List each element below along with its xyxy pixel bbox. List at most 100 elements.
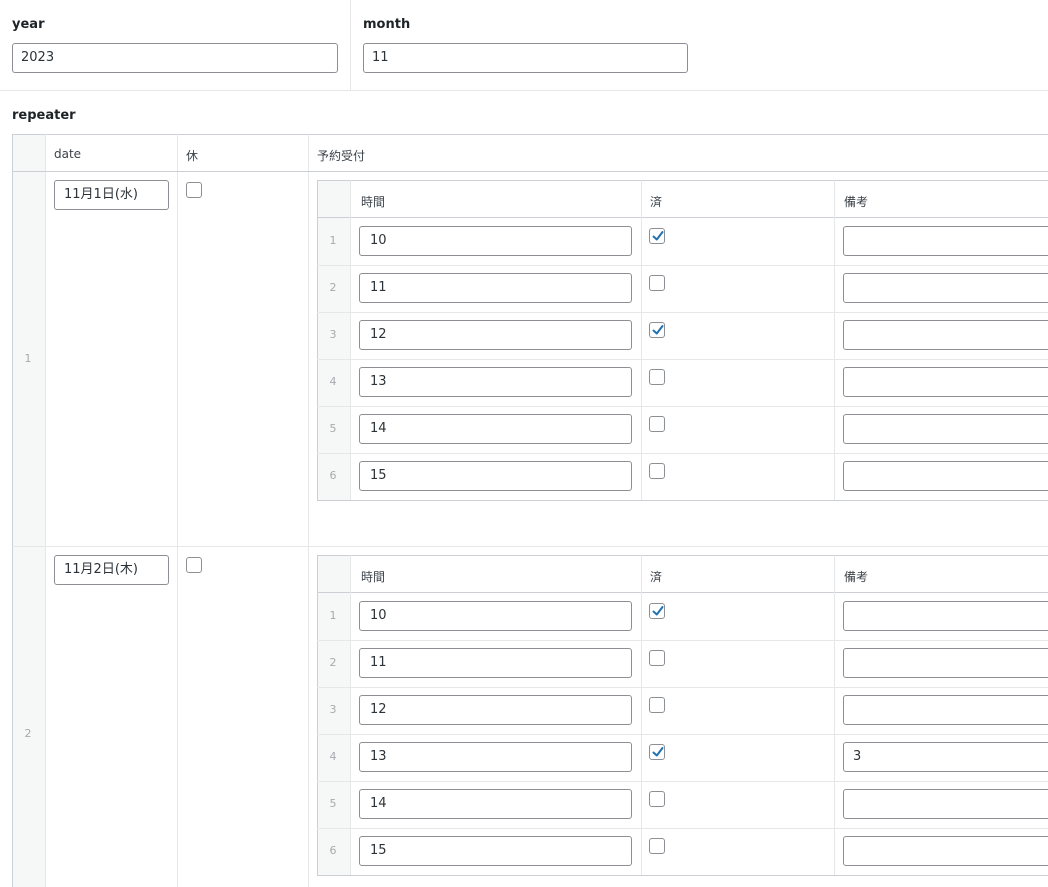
note-input[interactable] [843, 226, 1048, 256]
done-checkbox[interactable] [649, 275, 665, 291]
time-input[interactable]: 13 [359, 367, 632, 397]
repeater-label: repeater [12, 108, 76, 123]
inner-table-border [317, 180, 1048, 181]
field-separator [0, 90, 1048, 91]
inner-header-border [317, 217, 1048, 218]
holiday-checkbox[interactable] [186, 557, 202, 573]
holiday-checkbox[interactable] [186, 182, 202, 198]
inner-col-line [641, 180, 642, 500]
inner-row-separator [317, 265, 1048, 266]
note-input[interactable] [843, 461, 1048, 491]
inner-row-separator [317, 687, 1048, 688]
inner-row-separator [317, 828, 1048, 829]
time-input[interactable]: 10 [359, 226, 632, 256]
checkmark-icon [652, 606, 664, 616]
inner-row-separator [317, 640, 1048, 641]
done-checkbox[interactable] [649, 650, 665, 666]
year-input[interactable]: 2023 [12, 43, 338, 73]
inner-row-separator [317, 312, 1048, 313]
row-separator [12, 546, 1048, 547]
done-checkbox[interactable] [649, 322, 665, 338]
note-input[interactable] [843, 601, 1048, 631]
time-input[interactable]: 11 [359, 648, 632, 678]
inner-row-separator [317, 359, 1048, 360]
slot-row-index: 5 [329, 422, 337, 435]
slot-row-index: 2 [329, 656, 337, 669]
sub-header-time: 時間 [361, 570, 386, 584]
slot-row-index: 4 [329, 750, 337, 763]
inner-col-line [350, 180, 351, 500]
month-input[interactable]: 11 [363, 43, 688, 73]
done-checkbox[interactable] [649, 744, 665, 760]
col-line [45, 134, 46, 887]
col-header-reservation: 予約受付 [317, 149, 366, 163]
slot-row-index: 6 [329, 844, 337, 857]
slot-row-index: 2 [329, 281, 337, 294]
slot-row-index: 1 [329, 609, 337, 622]
inner-col-line [834, 555, 835, 875]
inner-row-separator [317, 453, 1048, 454]
done-checkbox[interactable] [649, 838, 665, 854]
sub-header-time: 時間 [361, 195, 386, 209]
time-input[interactable]: 14 [359, 414, 632, 444]
date-input[interactable]: 11月2日(木) [54, 555, 169, 585]
col-header-date: date [54, 147, 82, 161]
note-input[interactable] [843, 273, 1048, 303]
time-input[interactable]: 10 [359, 601, 632, 631]
note-input[interactable] [843, 695, 1048, 725]
col-header-holiday: 休 [186, 149, 199, 163]
checkmark-icon [652, 747, 664, 757]
repeater-row-index: 1 [24, 352, 32, 365]
checkmark-icon [652, 325, 664, 335]
done-checkbox[interactable] [649, 416, 665, 432]
note-input[interactable] [843, 414, 1048, 444]
row-handle-gutter [12, 134, 45, 887]
checkmark-icon [652, 231, 664, 241]
done-checkbox[interactable] [649, 463, 665, 479]
inner-row-separator [317, 781, 1048, 782]
inner-row-separator [317, 734, 1048, 735]
inner-col-line [350, 555, 351, 875]
slot-row-index: 3 [329, 328, 337, 341]
inner-table-border [317, 875, 1048, 876]
table-left-border [12, 134, 13, 887]
inner-col-line [834, 180, 835, 500]
year-label: year [12, 17, 45, 32]
note-input[interactable] [843, 648, 1048, 678]
slot-row-index: 6 [329, 469, 337, 482]
sub-header-note: 備考 [844, 570, 869, 584]
header-bottom-border [12, 171, 1048, 172]
inner-table-border [317, 555, 1048, 556]
note-input[interactable] [843, 836, 1048, 866]
time-input[interactable]: 13 [359, 742, 632, 772]
done-checkbox[interactable] [649, 791, 665, 807]
time-input[interactable]: 12 [359, 320, 632, 350]
note-input[interactable]: 3 [843, 742, 1048, 772]
sub-header-done: 済 [650, 570, 663, 584]
slot-row-index: 3 [329, 703, 337, 716]
note-input[interactable] [843, 320, 1048, 350]
done-checkbox[interactable] [649, 369, 665, 385]
time-input[interactable]: 14 [359, 789, 632, 819]
time-input[interactable]: 15 [359, 836, 632, 866]
date-input[interactable]: 11月1日(水) [54, 180, 169, 210]
slot-row-index: 4 [329, 375, 337, 388]
slot-row-index: 1 [329, 234, 337, 247]
field-divider [350, 0, 351, 90]
done-checkbox[interactable] [649, 697, 665, 713]
month-label: month [363, 17, 411, 32]
inner-table-border [317, 500, 1048, 501]
inner-row-separator [317, 406, 1048, 407]
inner-col-line [641, 555, 642, 875]
sub-header-done: 済 [650, 195, 663, 209]
inner-header-border [317, 592, 1048, 593]
sub-header-note: 備考 [844, 195, 869, 209]
col-line [177, 134, 178, 887]
time-input[interactable]: 15 [359, 461, 632, 491]
time-input[interactable]: 12 [359, 695, 632, 725]
done-checkbox[interactable] [649, 228, 665, 244]
note-input[interactable] [843, 789, 1048, 819]
note-input[interactable] [843, 367, 1048, 397]
time-input[interactable]: 11 [359, 273, 632, 303]
done-checkbox[interactable] [649, 603, 665, 619]
